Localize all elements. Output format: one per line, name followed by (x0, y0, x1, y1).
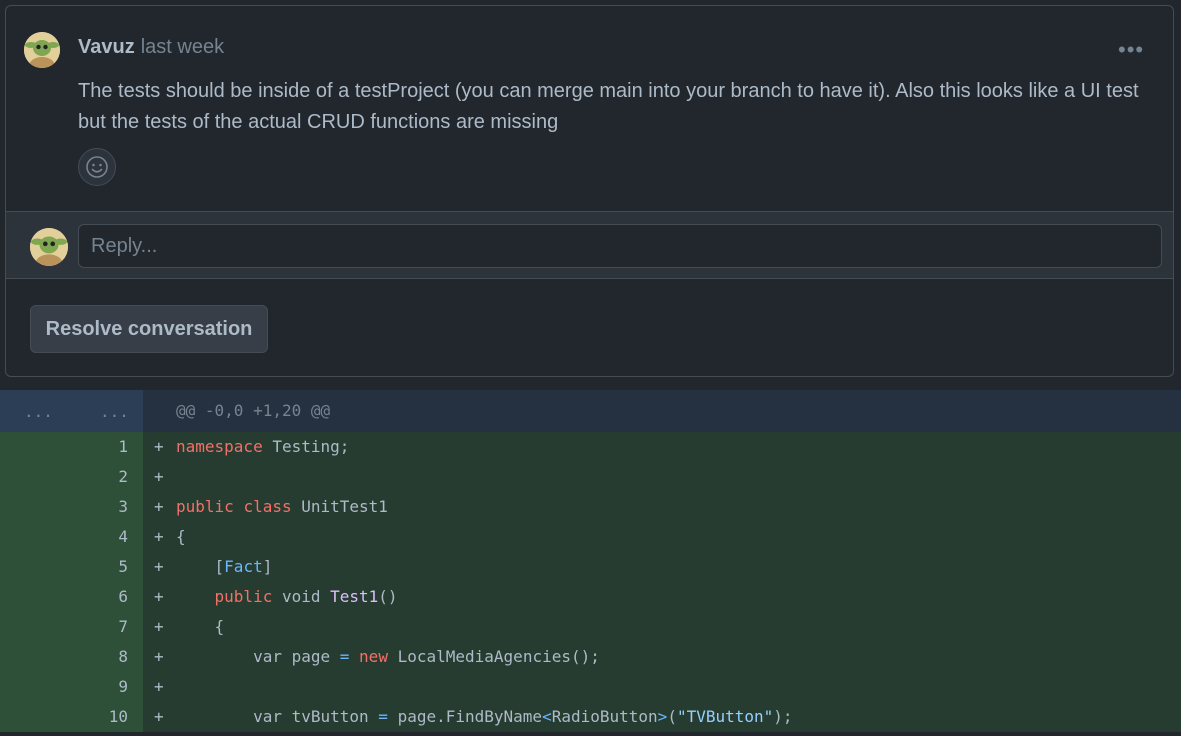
line-number[interactable]: 5 (0, 552, 143, 582)
diff-line: 5 + [Fact] (0, 552, 1181, 582)
hunk-expand-gutter[interactable]: ... ... (0, 390, 143, 432)
reply-bar (6, 211, 1173, 279)
diff-sign: + (154, 527, 164, 546)
diff-line: 6 + public void Test1() (0, 582, 1181, 612)
expand-up-button[interactable]: ... (24, 402, 53, 421)
diff-sign: + (154, 647, 164, 666)
code-line: var tvButton = page.FindByName<RadioButt… (176, 707, 793, 726)
review-thread: Vavuz last week ••• The tests should be i… (5, 5, 1174, 377)
kebab-horizontal-icon[interactable]: ••• (1118, 39, 1146, 61)
comment-body: The tests should be inside of a testProj… (78, 80, 1139, 133)
line-number[interactable]: 4 (0, 522, 143, 552)
comment-header: Vavuz last week (78, 36, 224, 59)
diff-sign: + (154, 677, 164, 696)
code-line: public class UnitTest1 (176, 497, 388, 516)
diff-sign: + (154, 617, 164, 636)
code-line: { (176, 527, 186, 546)
line-number[interactable]: 9 (0, 672, 143, 702)
diff-sign: + (154, 437, 164, 456)
reply-input[interactable] (78, 224, 1162, 268)
diff-sign: + (154, 467, 164, 486)
avatar[interactable] (24, 32, 60, 68)
diff-line: 3 + public class UnitTest1 (0, 492, 1181, 522)
code-line: { (176, 617, 225, 636)
diff-sign: + (154, 587, 164, 606)
diff-sign: + (154, 497, 164, 516)
diff-line: 2 + (0, 462, 1181, 492)
code-line: namespace Testing; (176, 437, 350, 456)
comment-timestamp[interactable]: last week (141, 36, 224, 58)
line-number[interactable]: 3 (0, 492, 143, 522)
avatar (30, 228, 68, 266)
code-line: public void Test1() (214, 587, 398, 606)
diff-line: 10 + var tvButton = page.FindByName<Radi… (0, 702, 1181, 732)
hunk-header-row: ... ... @@ -0,0 +1,20 @@ (0, 390, 1181, 432)
diff-sign: + (154, 557, 164, 576)
code-line: var page = new LocalMediaAgencies(); (176, 647, 600, 666)
review-comment: Vavuz last week ••• The tests should be i… (6, 6, 1173, 212)
line-number[interactable]: 10 (0, 702, 143, 732)
diff-line: 8 + var page = new LocalMediaAgencies(); (0, 642, 1181, 672)
code-line: [Fact] (176, 557, 273, 576)
line-number[interactable]: 7 (0, 612, 143, 642)
diff-line: 9 + (0, 672, 1181, 702)
diff-line: 7 + { (0, 612, 1181, 642)
line-number[interactable]: 2 (0, 462, 143, 492)
diff-sign: + (154, 707, 164, 726)
diff-line: 1 + namespace Testing; (0, 432, 1181, 462)
hunk-header: @@ -0,0 +1,20 @@ (176, 401, 331, 420)
diff-view: ... ... @@ -0,0 +1,20 @@ 1 + namespace T… (0, 390, 1181, 736)
diff-line: 4 + { (0, 522, 1181, 552)
resolve-conversation-button[interactable]: Resolve conversation (30, 305, 268, 353)
line-number[interactable]: 6 (0, 582, 143, 612)
smiley-icon[interactable] (78, 148, 116, 186)
author-name[interactable]: Vavuz (78, 36, 135, 58)
line-number[interactable]: 1 (0, 432, 143, 462)
line-number[interactable]: 8 (0, 642, 143, 672)
expand-down-button[interactable]: ... (100, 402, 129, 421)
